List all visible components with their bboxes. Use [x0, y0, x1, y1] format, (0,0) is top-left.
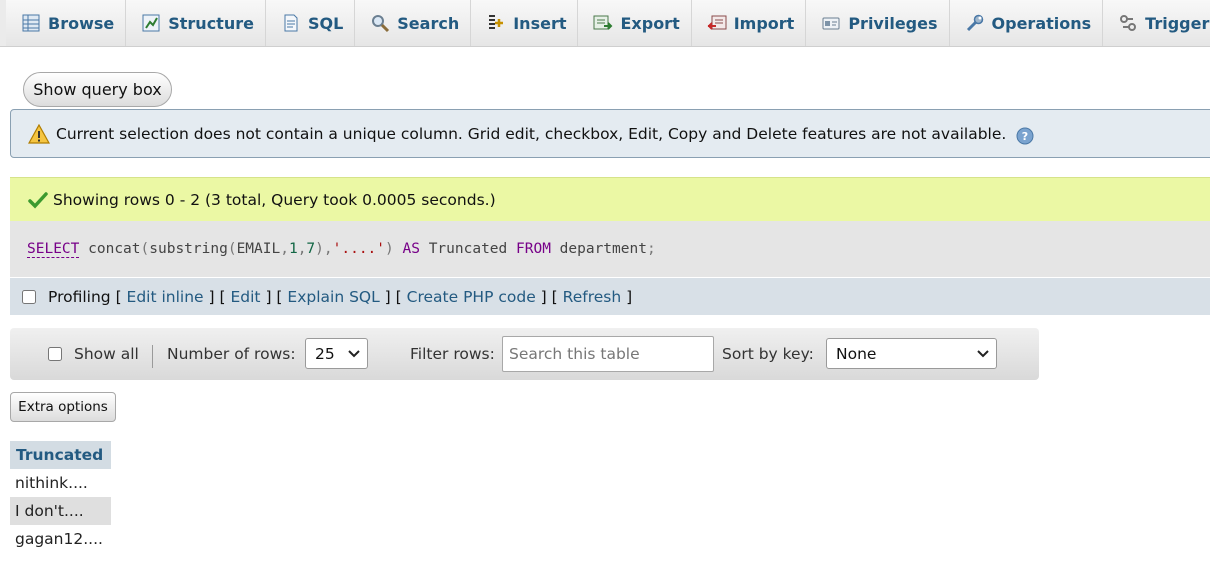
unique-column-notice: Current selection does not contain a uni… [10, 109, 1210, 158]
export-icon [592, 13, 614, 33]
sort-by-key-value: None [836, 344, 877, 363]
refresh-link[interactable]: Refresh [563, 288, 622, 306]
query-success-message: Showing rows 0 - 2 (3 total, Query took … [10, 177, 1210, 221]
chevron-down-icon [977, 349, 989, 357]
tab-label: Operations [991, 13, 1092, 33]
tab-label: Browse [48, 13, 115, 33]
browse-icon [20, 13, 42, 33]
notice-text: Current selection does not contain a uni… [56, 124, 1007, 143]
tab-structure[interactable]: Structure [126, 0, 266, 46]
tab-label: Privileges [848, 13, 938, 33]
help-icon[interactable]: ? [1016, 127, 1034, 145]
separator [152, 345, 153, 368]
column-header-truncated[interactable]: Truncated [10, 441, 111, 469]
table-row: nithink.... [10, 469, 111, 497]
show-all-control[interactable]: Show all [48, 345, 139, 363]
svg-text:?: ? [1022, 130, 1028, 143]
sql-alias: Truncated [428, 241, 508, 257]
tab-triggers[interactable]: Triggers [1103, 0, 1210, 46]
tab-label: Import [733, 13, 795, 33]
extra-options-button[interactable]: Extra options [10, 392, 116, 422]
success-text: Showing rows 0 - 2 (3 total, Query took … [53, 190, 496, 209]
sql-keyword-as: AS [402, 241, 420, 257]
triggers-icon [1117, 13, 1139, 33]
sql-function: concat [88, 241, 141, 257]
tab-privileges[interactable]: Privileges [806, 0, 950, 46]
tab-import[interactable]: Import [691, 0, 807, 46]
tab-sql[interactable]: SQL [265, 0, 356, 46]
tab-operations[interactable]: Operations [949, 0, 1104, 46]
sql-icon [280, 13, 302, 33]
table-row: I don't.... [10, 497, 111, 525]
search-icon [369, 13, 391, 33]
sort-by-key-label: Sort by key: [722, 345, 814, 363]
tab-search[interactable]: Search [355, 0, 472, 46]
table-cell: nithink.... [10, 469, 111, 497]
tab-export[interactable]: Export [578, 0, 692, 46]
tab-label: Search [397, 13, 460, 33]
number-of-rows-select[interactable]: 25 [305, 338, 368, 369]
tab-label: Structure [168, 13, 254, 33]
tab-bar: Browse Structure SQL Search Insert Expor… [0, 0, 1210, 47]
sql-function: substring [149, 241, 228, 257]
table-header-row: Truncated [10, 441, 111, 469]
table-cell: gagan12.... [10, 525, 111, 553]
sql-string: '....' [332, 241, 386, 257]
warning-icon [28, 123, 50, 144]
explain-sql-link[interactable]: Explain SQL [287, 288, 379, 306]
insert-icon [485, 13, 507, 33]
sql-keyword-from: FROM [516, 241, 551, 257]
sql-keyword-select[interactable]: SELECT [27, 241, 80, 258]
results-table: Truncated nithink.... I don't.... gagan1… [10, 441, 111, 553]
show-all-label: Show all [74, 345, 139, 363]
tab-label: Triggers [1145, 13, 1210, 33]
table-row: gagan12.... [10, 525, 111, 553]
sql-number: 7 [306, 241, 316, 257]
query-links-bar: Profiling [ Edit inline ] [ Edit ] [ Exp… [10, 278, 1210, 315]
sql-number: 1 [288, 241, 298, 257]
tab-browse[interactable]: Browse [6, 0, 127, 46]
operations-icon [964, 13, 986, 33]
create-php-code-link[interactable]: Create PHP code [407, 288, 536, 306]
edit-link[interactable]: Edit [230, 288, 260, 306]
import-icon [706, 13, 728, 33]
show-query-box-button[interactable]: Show query box [23, 72, 172, 107]
filter-rows-label: Filter rows: [410, 345, 495, 363]
tab-label: Insert [513, 13, 567, 33]
table-navigation-bar: Show all Number of rows: 25 Filter rows:… [10, 328, 1039, 380]
profiling-label: Profiling [48, 287, 111, 306]
tab-label: Export [620, 13, 680, 33]
sql-table: department [559, 241, 647, 257]
table-cell: I don't.... [10, 497, 111, 525]
structure-icon [140, 13, 162, 33]
profiling-checkbox[interactable] [22, 289, 36, 304]
chevron-down-icon [348, 349, 360, 357]
sql-column: EMAIL [236, 241, 281, 257]
filter-rows-input[interactable] [502, 336, 714, 372]
check-icon [28, 191, 48, 209]
tab-label: SQL [307, 13, 344, 33]
edit-inline-link[interactable]: Edit inline [127, 288, 204, 306]
privileges-icon [820, 13, 842, 33]
number-of-rows-label: Number of rows: [167, 345, 296, 363]
sort-by-key-select[interactable]: None [826, 338, 997, 369]
sql-query-display: SELECT concat(substring(EMAIL, 1, 7), '....… [10, 221, 1210, 277]
show-all-checkbox[interactable] [48, 347, 62, 361]
number-of-rows-value: 25 [315, 344, 335, 363]
tab-insert[interactable]: Insert [471, 0, 579, 46]
